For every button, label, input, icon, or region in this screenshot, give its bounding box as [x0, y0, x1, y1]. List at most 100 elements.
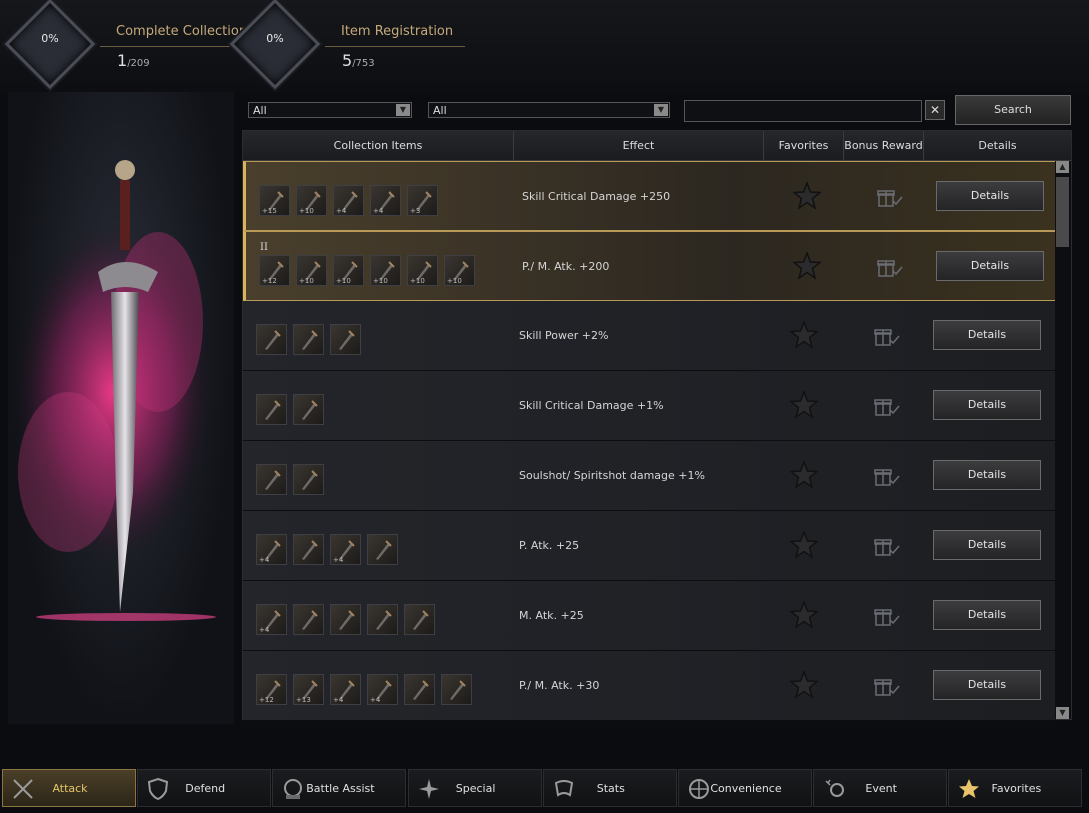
bonus-reward-gift-icon — [874, 539, 900, 556]
details-button[interactable]: Details — [933, 390, 1041, 420]
item-slot[interactable]: +4 — [370, 185, 401, 216]
effect-filter-select[interactable]: All ▼ — [428, 102, 670, 118]
table-row[interactable]: Skill Critical Damage +1% Details — [243, 371, 1056, 441]
item-slot[interactable] — [293, 324, 324, 355]
table-row[interactable]: Soulshot/ Spiritshot damage +1% Details — [243, 441, 1056, 511]
scroll-up-icon[interactable]: ▲ — [1056, 161, 1069, 173]
item-slot[interactable] — [330, 324, 361, 355]
item-slot[interactable]: +3 — [407, 185, 438, 216]
item-slot[interactable]: +4 — [367, 674, 398, 705]
details-button[interactable]: Details — [933, 460, 1041, 490]
item-registration-value: 5/753 — [342, 51, 375, 70]
item-enchant-level: +10 — [410, 277, 425, 285]
item-icon — [376, 610, 392, 630]
item-slot[interactable] — [404, 604, 435, 635]
favorite-star-icon[interactable] — [790, 531, 818, 559]
item-slot[interactable]: +4 — [256, 604, 287, 635]
item-slot[interactable]: +10 — [296, 255, 327, 286]
tab-convenience[interactable]: Convenience — [678, 769, 812, 807]
bonus-reward-gift-icon — [874, 609, 900, 626]
chevron-down-icon[interactable]: ▼ — [654, 104, 668, 116]
collection-items: +12 +13 +4 +4 — [256, 674, 478, 707]
item-slot[interactable]: +4 — [330, 534, 361, 565]
item-enchant-level: +4 — [259, 556, 270, 564]
item-enchant-level: +10 — [373, 277, 388, 285]
search-button[interactable]: Search — [955, 95, 1071, 125]
item-slot[interactable] — [293, 394, 324, 425]
tab-battle-assist[interactable]: Battle Assist — [272, 769, 407, 807]
table-row[interactable]: II +12 +10 +10 +10 +10 +10 P./ M. Atk. +200 Deta… — [243, 231, 1056, 301]
clear-search-button[interactable]: ✕ — [925, 100, 945, 120]
item-slot[interactable] — [367, 534, 398, 565]
item-enchant-level: +4 — [333, 556, 344, 564]
table-row[interactable]: +4 +4 P. Atk. +25 Details — [243, 511, 1056, 581]
bonus-reward-gift-icon — [877, 260, 903, 277]
details-button[interactable]: Details — [933, 320, 1041, 350]
details-button[interactable]: Details — [936, 181, 1044, 211]
tab-favorites[interactable]: Favorites — [948, 769, 1083, 807]
collection-items: +4 +4 — [256, 534, 404, 567]
table-rows: +15 +10 +4 +4 +3 Skill Critical Damage +250 De… — [243, 161, 1056, 721]
item-enchant-level: +4 — [333, 696, 344, 704]
header-collection-items: Collection Items — [243, 131, 514, 160]
details-button[interactable]: Details — [933, 530, 1041, 560]
filter-bar: All ▼ All ▼ ✕ Search — [242, 95, 1072, 126]
details-button[interactable]: Details — [936, 251, 1044, 281]
item-slot[interactable]: +13 — [293, 674, 324, 705]
favorite-star-icon[interactable] — [790, 461, 818, 489]
item-slot[interactable] — [367, 604, 398, 635]
details-button[interactable]: Details — [933, 600, 1041, 630]
category-filter-select[interactable]: All ▼ — [248, 102, 412, 118]
scroll-down-icon[interactable]: ▼ — [1056, 707, 1069, 719]
item-slot[interactable]: +10 — [296, 185, 327, 216]
item-slot[interactable]: +10 — [370, 255, 401, 286]
table-row[interactable]: Skill Power +2% Details — [243, 301, 1056, 371]
item-slot[interactable]: +10 — [444, 255, 475, 286]
table-row[interactable]: +12 +13 +4 +4 P./ M. Atk. +30 Details — [243, 651, 1056, 721]
item-slot[interactable] — [256, 394, 287, 425]
tab-stats[interactable]: Stats — [542, 769, 677, 807]
item-slot[interactable] — [256, 464, 287, 495]
item-slot[interactable] — [256, 324, 287, 355]
item-slot[interactable]: +4 — [256, 534, 287, 565]
item-enchant-level: +3 — [410, 207, 421, 215]
favorite-star-icon[interactable] — [790, 601, 818, 629]
item-slot[interactable]: +12 — [256, 674, 287, 705]
chevron-down-icon[interactable]: ▼ — [396, 104, 410, 116]
tab-attack[interactable]: Attack — [2, 769, 136, 807]
item-slot[interactable]: +4 — [333, 185, 364, 216]
collection-table: Collection Items Effect Favorites Bonus … — [242, 130, 1072, 721]
table-row[interactable]: +15 +10 +4 +4 +3 Skill Critical Damage +250 De… — [243, 161, 1056, 231]
complete-collection-stat: 0% Complete Collection 1/209 — [0, 0, 247, 90]
favorite-star-icon[interactable] — [793, 252, 821, 280]
favorite-star-icon[interactable] — [790, 321, 818, 349]
item-slot[interactable] — [404, 674, 435, 705]
scroll-thumb[interactable] — [1056, 177, 1069, 247]
item-enchant-level: +10 — [299, 207, 314, 215]
item-slot[interactable] — [293, 464, 324, 495]
favorite-star-icon[interactable] — [793, 182, 821, 210]
item-slot[interactable] — [293, 604, 324, 635]
item-slot[interactable] — [330, 604, 361, 635]
scrollbar[interactable]: ▲ ▼ — [1055, 161, 1071, 719]
item-slot[interactable]: +10 — [333, 255, 364, 286]
item-slot[interactable]: +4 — [330, 674, 361, 705]
collection-stats-bar: 0% Complete Collection 1/209 0% Item Reg… — [0, 0, 1089, 92]
item-slot[interactable]: +10 — [407, 255, 438, 286]
item-slot[interactable] — [293, 534, 324, 565]
item-slot[interactable] — [441, 674, 472, 705]
tab-special[interactable]: Special — [407, 769, 542, 807]
tab-defend[interactable]: Defend — [137, 769, 272, 807]
divider — [100, 46, 240, 47]
item-slot[interactable]: +12 — [259, 255, 290, 286]
favorite-star-icon[interactable] — [790, 391, 818, 419]
item-icon — [413, 610, 429, 630]
item-enchant-level: +4 — [370, 696, 381, 704]
favorite-star-icon[interactable] — [790, 671, 818, 699]
item-slot[interactable]: +15 — [259, 185, 290, 216]
tab-event[interactable]: Event — [813, 769, 948, 807]
table-row[interactable]: +4 M. Atk. +25 Details — [243, 581, 1056, 651]
item-enchant-level: +12 — [262, 277, 277, 285]
details-button[interactable]: Details — [933, 670, 1041, 700]
search-input[interactable] — [684, 100, 922, 122]
